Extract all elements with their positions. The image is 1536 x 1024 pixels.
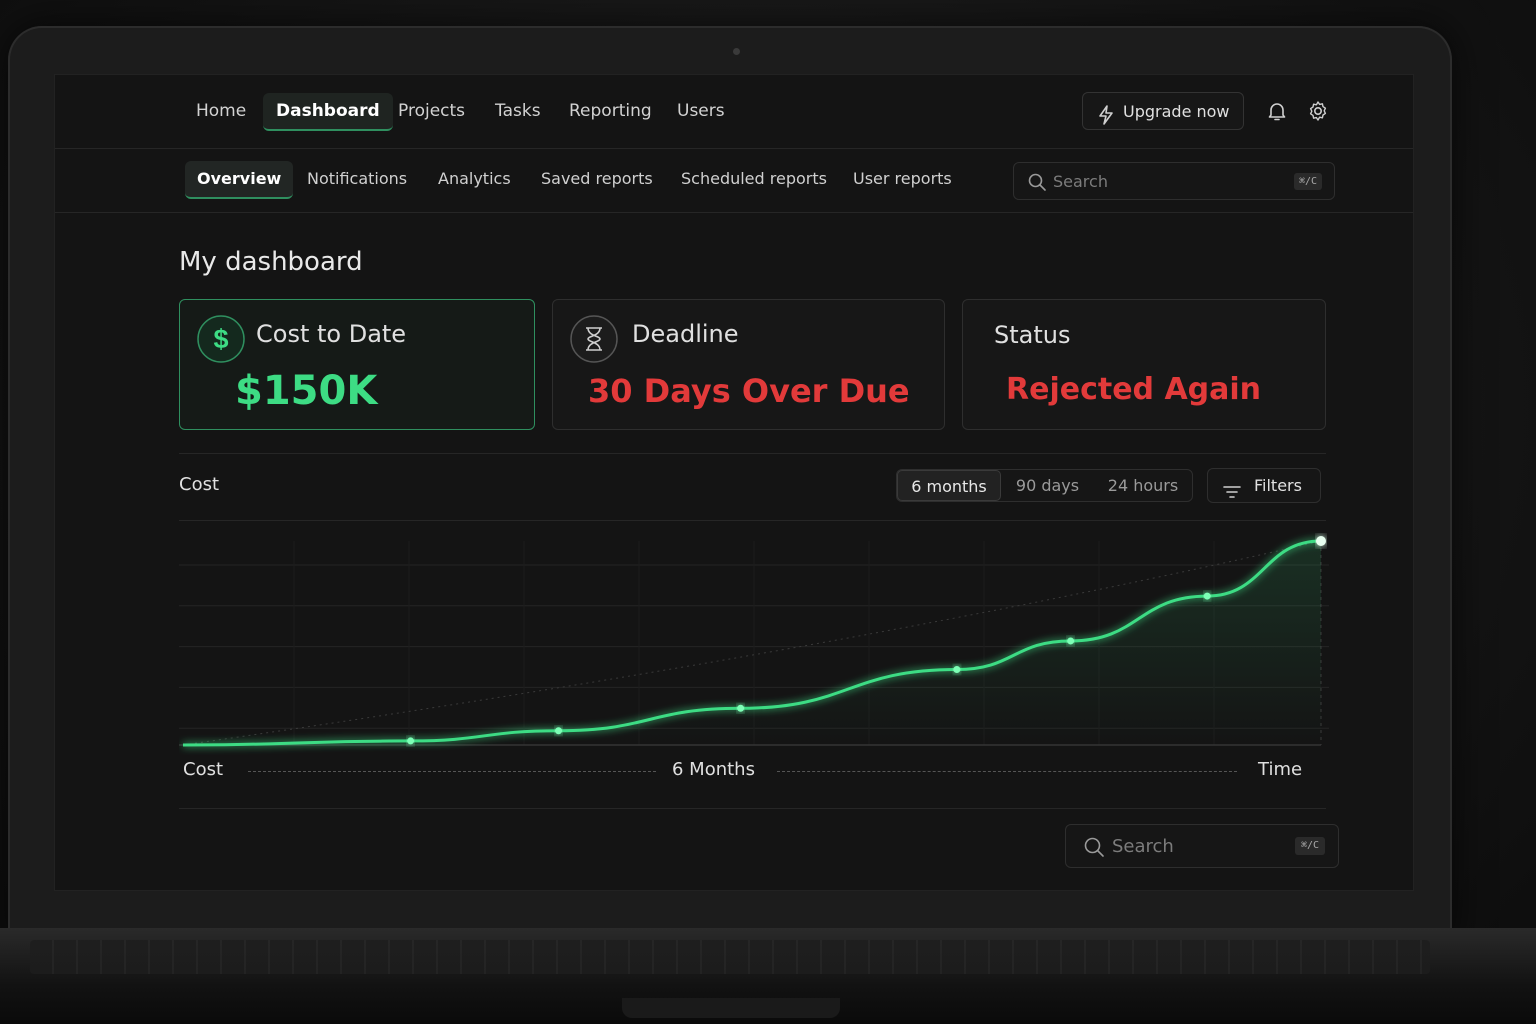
bottom-search-shortcut: ⌘/C <box>1295 837 1325 855</box>
x-axis-label: Time <box>1258 759 1303 780</box>
deadline-card-label: Deadline <box>632 320 739 348</box>
bottom-search-placeholder: Search <box>1112 836 1174 857</box>
nav-tasks[interactable]: Tasks <box>482 93 554 129</box>
nav-reporting[interactable]: Reporting <box>556 93 665 129</box>
series-area <box>183 541 1321 745</box>
bell-icon[interactable] <box>1265 99 1289 123</box>
deadline-card-value: 30 Days Over Due <box>588 372 910 410</box>
laptop-notch <box>622 998 840 1018</box>
axis-arrow-left <box>248 771 656 772</box>
range-selector: 6 months 90 days 24 hours <box>896 469 1193 502</box>
data-point <box>1067 637 1075 645</box>
chart-svg <box>179 536 1329 747</box>
nav-home[interactable]: Home <box>183 93 259 129</box>
tab-user-reports[interactable]: User reports <box>841 161 964 197</box>
search-placeholder: Search <box>1053 172 1108 191</box>
search-icon <box>1027 172 1047 196</box>
keyboard <box>30 940 1430 974</box>
hourglass-icon <box>570 315 618 367</box>
gear-icon[interactable] <box>1306 99 1330 123</box>
y-axis-label: Cost <box>183 759 224 780</box>
range-90-days[interactable]: 90 days <box>1001 470 1094 501</box>
data-point <box>953 666 961 674</box>
section-divider <box>179 453 1326 454</box>
filters-label: Filters <box>1254 476 1302 495</box>
app-screen: Home Dashboard Projects Tasks Reporting … <box>54 74 1414 891</box>
status-card: Status Rejected Again <box>962 299 1326 430</box>
nav-dashboard[interactable]: Dashboard <box>263 93 393 131</box>
upgrade-button[interactable]: Upgrade now <box>1082 92 1244 130</box>
svg-text:$: $ <box>213 324 228 354</box>
data-point <box>555 727 563 735</box>
data-point <box>407 737 415 745</box>
upgrade-label: Upgrade now <box>1123 102 1230 121</box>
x-axis-annotation: 6 Months <box>672 759 755 780</box>
bottom-search-input[interactable]: Search ⌘/C <box>1065 824 1339 868</box>
cost-card-value: $150K <box>235 368 378 414</box>
filter-icon <box>1222 478 1242 511</box>
tab-scheduled-reports[interactable]: Scheduled reports <box>669 161 839 197</box>
cost-card: $ Cost to Date $150K <box>179 299 535 430</box>
data-point <box>737 704 745 712</box>
sub-nav: Overview Notifications Analytics Saved r… <box>55 149 1413 213</box>
tab-notifications[interactable]: Notifications <box>295 161 419 197</box>
nav-users[interactable]: Users <box>664 93 738 129</box>
data-point <box>1203 592 1211 600</box>
search-shortcut: ⌘/C <box>1294 173 1322 190</box>
deadline-card: Deadline 30 Days Over Due <box>552 299 945 430</box>
status-card-value: Rejected Again <box>1006 372 1262 407</box>
tab-analytics[interactable]: Analytics <box>426 161 523 197</box>
tab-overview[interactable]: Overview <box>185 161 294 199</box>
tab-saved-reports[interactable]: Saved reports <box>529 161 665 197</box>
search-icon <box>1083 836 1105 862</box>
top-nav: Home Dashboard Projects Tasks Reporting … <box>55 75 1413 149</box>
chart-section-label: Cost <box>179 474 220 495</box>
status-card-label: Status <box>994 321 1071 349</box>
bolt-icon <box>1097 101 1115 139</box>
data-point <box>1316 536 1326 546</box>
dollar-icon: $ <box>197 315 245 367</box>
nav-projects[interactable]: Projects <box>385 93 478 129</box>
header-search-input[interactable]: Search ⌘/C <box>1013 162 1335 200</box>
webcam <box>733 48 740 55</box>
axis-arrow-right <box>777 771 1237 772</box>
chart-bottom-divider <box>179 808 1326 809</box>
page-title: My dashboard <box>179 247 363 277</box>
range-6-months[interactable]: 6 months <box>897 470 1001 501</box>
range-24-hours[interactable]: 24 hours <box>1094 470 1192 501</box>
cost-card-label: Cost to Date <box>256 320 407 348</box>
filters-button[interactable]: Filters <box>1207 468 1321 503</box>
cost-chart <box>179 521 1329 761</box>
